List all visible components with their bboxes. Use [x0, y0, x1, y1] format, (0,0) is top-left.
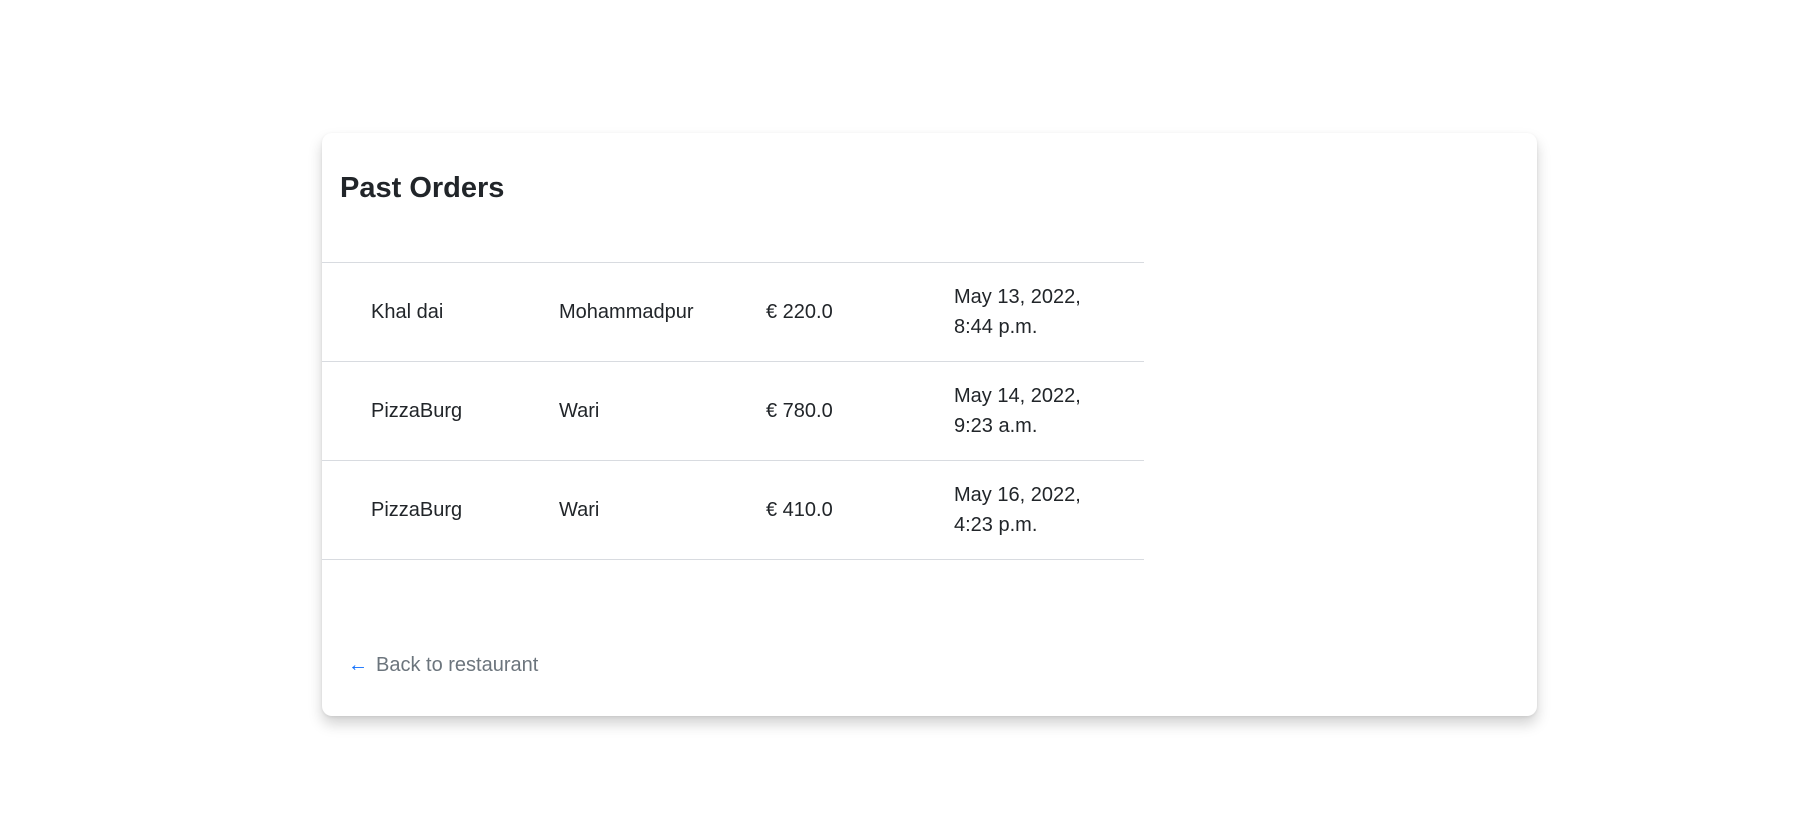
order-date-cell: May 14, 2022, 9:23 a.m.	[954, 362, 1144, 461]
order-date: May 13, 2022, 8:44 p.m.	[954, 286, 1081, 338]
order-price: € 780.0	[766, 400, 833, 422]
order-restaurant: PizzaBurg	[371, 499, 463, 521]
back-link-label: Back to restaurant	[376, 654, 539, 676]
order-date: May 16, 2022, 4:23 p.m.	[954, 484, 1081, 536]
order-date-cell: May 13, 2022, 8:44 p.m.	[954, 263, 1144, 362]
arrow-left-icon: ←	[348, 654, 368, 676]
order-price: € 220.0	[766, 301, 833, 323]
back-to-restaurant-link[interactable]: ← Back to restaurant	[348, 654, 538, 677]
past-orders-card: Past Orders Khal dai Mohammadpur € 220.0…	[322, 133, 1537, 716]
order-area: Mohammadpur	[559, 301, 694, 323]
order-price: € 410.0	[766, 499, 833, 521]
order-restaurant: PizzaBurg	[371, 400, 463, 422]
orders-table: Khal dai Mohammadpur € 220.0 May 13, 202…	[322, 262, 1144, 560]
table-row: Khal dai Mohammadpur € 220.0 May 13, 202…	[322, 262, 1144, 362]
order-date: May 14, 2022, 9:23 a.m.	[954, 385, 1081, 437]
page-title: Past Orders	[340, 172, 505, 204]
order-area: Wari	[559, 400, 600, 422]
table-row: PizzaBurg Wari € 780.0 May 14, 2022, 9:2…	[322, 361, 1144, 461]
order-area: Wari	[559, 499, 600, 521]
order-restaurant: Khal dai	[371, 301, 444, 323]
order-date-cell: May 16, 2022, 4:23 p.m.	[954, 461, 1144, 560]
table-row: PizzaBurg Wari € 410.0 May 16, 2022, 4:2…	[322, 460, 1144, 560]
